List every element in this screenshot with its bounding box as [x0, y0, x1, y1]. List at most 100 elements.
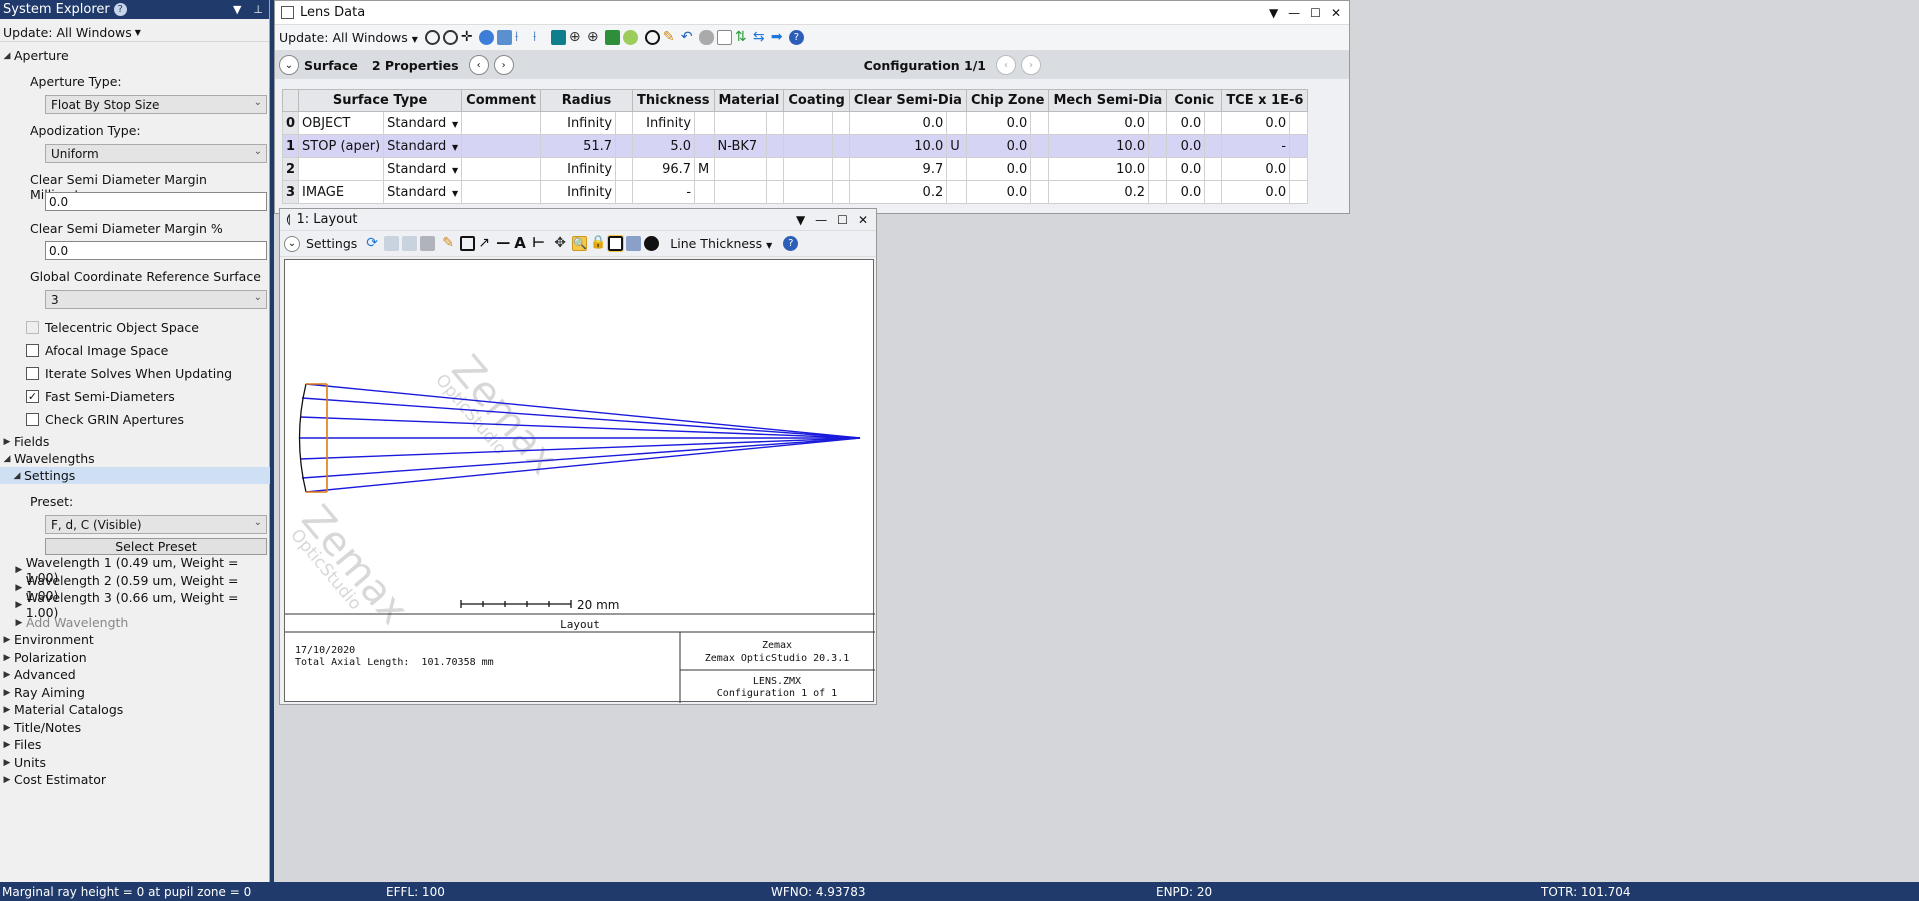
- tree-item-add-wavelength[interactable]: ▶ Add Wavelength: [0, 614, 270, 631]
- save-icon[interactable]: [402, 236, 418, 251]
- text-icon[interactable]: A: [514, 236, 529, 251]
- solve-cell[interactable]: [694, 134, 715, 158]
- solve-cell[interactable]: [1204, 134, 1223, 158]
- thickness-cell[interactable]: Infinity: [632, 111, 696, 135]
- tree-item-aperture[interactable]: ◢ Aperture: [0, 47, 270, 64]
- solve-cell[interactable]: [694, 111, 715, 135]
- page-icon[interactable]: [716, 30, 732, 45]
- dropdown-arrow-icon[interactable]: ▼: [1269, 6, 1278, 20]
- solve-cell[interactable]: [615, 111, 634, 135]
- solve-cell[interactable]: [1204, 157, 1223, 181]
- conic-cell[interactable]: 0.0: [1166, 157, 1206, 181]
- radius-cell[interactable]: 51.7: [540, 134, 617, 158]
- minimize-icon[interactable]: —: [1288, 6, 1300, 20]
- surface-name-cell[interactable]: [298, 157, 385, 181]
- solve-cell[interactable]: [766, 157, 785, 181]
- solve-cell[interactable]: [946, 157, 967, 181]
- layout-canvas[interactable]: Zemax OpticStudio Zemax OpticStudio 20 m…: [284, 259, 875, 703]
- print-icon[interactable]: [420, 236, 436, 251]
- close-icon[interactable]: ✕: [1331, 6, 1341, 20]
- chip-zone-cell[interactable]: 0.0: [965, 134, 1032, 158]
- solve-cell[interactable]: [1289, 157, 1309, 181]
- table-row[interactable]: 2 Standard ▼ Infinity 96.7 M 9.7 0.0 10.0…: [281, 157, 1309, 181]
- copy-icon[interactable]: [384, 236, 400, 251]
- arrow-icon[interactable]: ↗: [478, 236, 493, 251]
- table-row[interactable]: 1 STOP (aper) Standard ▼ 51.7 5.0 N-BK7 …: [281, 134, 1309, 158]
- refresh-icon[interactable]: [424, 30, 440, 45]
- next-config-icon[interactable]: ›: [1021, 55, 1041, 75]
- solve-cell[interactable]: [1204, 111, 1223, 135]
- surface-type-cell[interactable]: Standard ▼: [383, 180, 463, 204]
- solve-cell[interactable]: [831, 111, 850, 135]
- reload-icon[interactable]: [442, 30, 458, 45]
- prev-surface-icon[interactable]: ‹: [468, 55, 489, 75]
- tree-item-advanced[interactable]: ▶ Advanced: [0, 666, 270, 683]
- tce-cell[interactable]: -: [1221, 134, 1291, 158]
- tree-item-polarization[interactable]: ▶ Polarization: [0, 649, 270, 666]
- solve-cell[interactable]: [831, 134, 850, 158]
- solve-cell[interactable]: [1148, 134, 1168, 158]
- zoom-icon[interactable]: 🔍: [572, 236, 588, 251]
- comment-cell[interactable]: [461, 157, 542, 181]
- close-icon[interactable]: ✕: [858, 213, 868, 227]
- arrows-icon[interactable]: ⇆: [753, 30, 768, 45]
- surface-name-cell[interactable]: OBJECT: [298, 111, 385, 135]
- help-icon[interactable]: ?: [113, 3, 127, 16]
- toggle-icon[interactable]: [698, 30, 714, 45]
- thickness-cell[interactable]: 5.0: [632, 134, 696, 158]
- comment-cell[interactable]: [461, 134, 542, 158]
- solve-cell[interactable]: [615, 134, 634, 158]
- dropdown-arrow-icon[interactable]: ▼: [796, 213, 805, 227]
- table-row[interactable]: 3 IMAGE Standard ▼ Infinity - 0.2 0.0 0.…: [281, 180, 1309, 204]
- thickness-cell[interactable]: 96.7: [632, 157, 696, 181]
- solve-cell[interactable]: [946, 180, 967, 204]
- pencil-icon[interactable]: ✎: [442, 236, 457, 251]
- chip-zone-cell[interactable]: 0.0: [965, 180, 1032, 204]
- clear-semi-dia-cell[interactable]: 0.0: [848, 111, 948, 135]
- solve-cell[interactable]: [1030, 157, 1050, 181]
- mech-semi-dia-cell[interactable]: 10.0: [1048, 134, 1150, 158]
- col-conic[interactable]: Conic: [1166, 89, 1223, 112]
- tilt-icon[interactable]: ⊕: [569, 30, 584, 45]
- mech-semi-dia-cell[interactable]: 0.0: [1048, 111, 1150, 135]
- swap-icon[interactable]: ⇅: [735, 30, 750, 45]
- radius-cell[interactable]: Infinity: [540, 111, 617, 135]
- tce-cell[interactable]: 0.0: [1221, 180, 1291, 204]
- tree-item-fields[interactable]: ▶ Fields: [0, 433, 270, 450]
- clear-semi-dia-cell[interactable]: 0.2: [848, 180, 948, 204]
- solve-cell[interactable]: U: [946, 134, 967, 158]
- mech-semi-dia-cell[interactable]: 10.0: [1048, 157, 1150, 181]
- table-row[interactable]: 0 OBJECT Standard ▼ Infinity Infinity 0.…: [281, 111, 1309, 135]
- clear-semi-dia-cell[interactable]: 10.0: [848, 134, 948, 158]
- tree-item-wavelength-3[interactable]: ▶ Wavelength 3 (0.66 um, Weight = 1.00): [0, 590, 270, 620]
- row-number[interactable]: 3: [281, 180, 300, 204]
- solve-cell[interactable]: [831, 180, 850, 204]
- line-thickness-dropdown[interactable]: Line Thickness ▼: [670, 236, 772, 251]
- move-icon[interactable]: ✛: [461, 30, 476, 45]
- tce-cell[interactable]: 0.0: [1221, 157, 1291, 181]
- preset-select[interactable]: F, d, C (Visible) ⌄: [45, 515, 267, 534]
- expand-icon[interactable]: ⌄: [279, 55, 299, 75]
- lens-icon[interactable]: [550, 30, 566, 45]
- afocal-checkbox[interactable]: Afocal Image Space: [26, 343, 168, 358]
- ball-icon[interactable]: [622, 30, 638, 45]
- iterate-solves-checkbox[interactable]: Iterate Solves When Updating: [26, 366, 232, 381]
- material-cell[interactable]: [713, 111, 768, 135]
- tree-item-wavelengths[interactable]: ◢ Wavelengths: [0, 450, 270, 467]
- globe-icon[interactable]: [478, 30, 494, 45]
- material-cell[interactable]: N-BK7: [713, 134, 768, 158]
- tree-item-environment[interactable]: ▶ Environment: [0, 631, 270, 648]
- tree-item-material-catalogs[interactable]: ▶ Material Catalogs: [0, 701, 270, 718]
- thickness-cell[interactable]: -: [632, 180, 696, 204]
- update-dropdown[interactable]: Update: All Windows ▼: [0, 24, 269, 42]
- solve-cell[interactable]: [1204, 180, 1223, 204]
- surface-type-cell[interactable]: Standard ▼: [383, 134, 463, 158]
- settings-button[interactable]: Settings: [306, 236, 357, 251]
- conic-cell[interactable]: 0.0: [1166, 180, 1206, 204]
- col-chip-zone[interactable]: Chip Zone: [965, 89, 1050, 112]
- merge-icon[interactable]: ⟊: [533, 30, 548, 45]
- telecentric-checkbox[interactable]: Telecentric Object Space: [26, 320, 199, 335]
- lock-icon[interactable]: 🔒: [590, 236, 606, 251]
- solve-cell[interactable]: [1030, 180, 1050, 204]
- fold-mirror-icon[interactable]: [604, 30, 620, 45]
